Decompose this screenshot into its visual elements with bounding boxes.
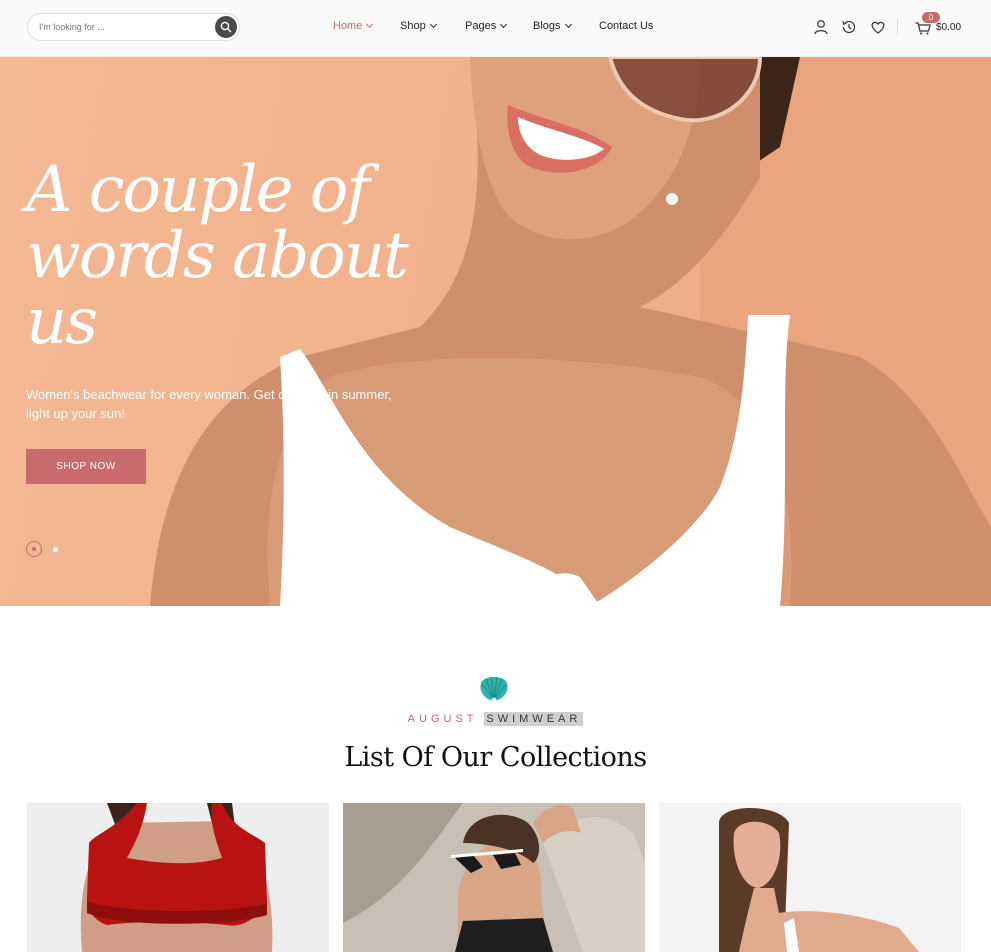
nav-pages[interactable]: Pages — [465, 20, 508, 32]
collection-card[interactable] — [27, 803, 329, 952]
chevron-down-icon — [500, 20, 508, 29]
collection-image-white-swimsuit — [659, 803, 961, 952]
heart-icon[interactable] — [869, 18, 887, 36]
hero-subtitle: Women's beachwear for every woman. Get d… — [26, 387, 392, 421]
slider-dot-active[interactable] — [26, 541, 42, 557]
site-header: I'm looking for ... Home Shop Pages Blog… — [0, 0, 991, 57]
kicker-part-2: SWIMWEAR — [484, 712, 584, 726]
nav-contact[interactable]: Contact Us — [599, 20, 653, 32]
chevron-down-icon — [564, 20, 572, 29]
user-icon[interactable] — [812, 18, 830, 36]
chevron-down-icon — [366, 20, 374, 29]
nav-home[interactable]: Home — [333, 20, 374, 32]
header-divider — [897, 19, 898, 35]
nav-blogs-label: Blogs — [533, 20, 561, 32]
kicker-part-1: AUGUST — [407, 713, 478, 725]
collection-image-sunglasses — [343, 803, 645, 952]
nav-home-label: Home — [333, 20, 363, 32]
nav-shop[interactable]: Shop — [400, 20, 437, 32]
section-kicker: AUGUST SWIMWEAR — [0, 712, 991, 726]
collection-card[interactable] — [343, 803, 645, 952]
nav-pages-label: Pages — [465, 20, 497, 32]
history-icon[interactable] — [840, 18, 858, 36]
shop-now-button[interactable]: SHOP NOW — [26, 449, 146, 484]
hero-banner: A couple of words about us Women's beach… — [0, 57, 991, 606]
seashell-icon — [480, 676, 508, 703]
slider-dot[interactable] — [53, 547, 58, 552]
chevron-down-icon — [429, 20, 437, 29]
cart-total[interactable]: $0.00 — [936, 22, 961, 33]
nav-blogs[interactable]: Blogs — [533, 20, 572, 32]
collection-image-red-top — [27, 803, 329, 952]
collections-title: List Of Our Collections — [344, 742, 647, 773]
nav-contact-label: Contact Us — [599, 20, 654, 32]
hero-title: A couple of words about us — [26, 153, 409, 359]
nav-shop-label: Shop — [400, 20, 426, 32]
collection-card[interactable] — [659, 803, 961, 952]
